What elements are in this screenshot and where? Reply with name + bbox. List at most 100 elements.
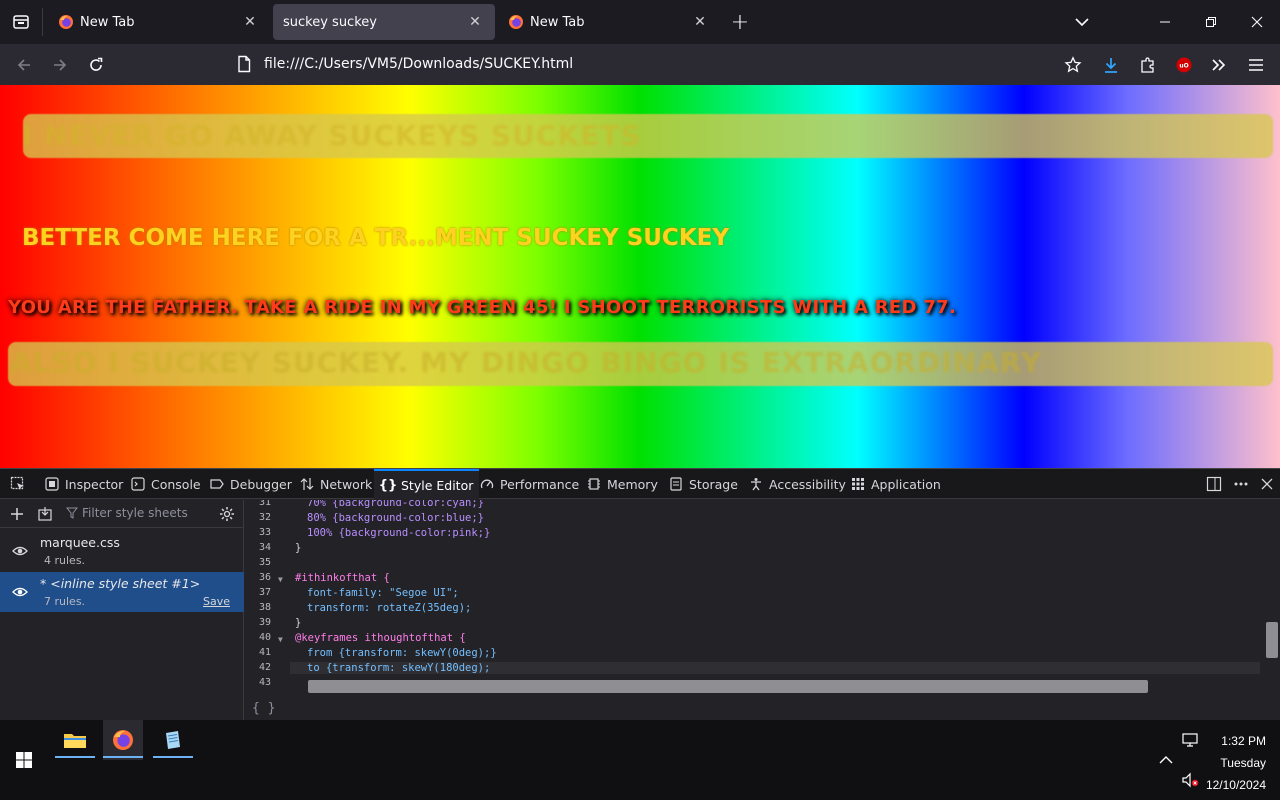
ublock-origin-icon[interactable]: uO: [1169, 50, 1199, 80]
close-tab-icon[interactable]: ✕: [690, 12, 710, 32]
tab-inspector[interactable]: Inspector: [38, 469, 129, 499]
code-line: 100% {background-color:pink;}: [307, 527, 491, 539]
close-devtools-icon[interactable]: [1258, 475, 1276, 493]
settings-gear-icon[interactable]: [217, 504, 237, 524]
tab-debugger[interactable]: Debugger: [203, 469, 298, 499]
code-line: 80% {background-color:blue;}: [307, 512, 485, 524]
forward-arrow-icon[interactable]: [45, 50, 75, 80]
tab-label: Memory: [607, 476, 658, 492]
code-line: font-family: "Segoe UI";: [307, 587, 459, 599]
line-number: 31: [258, 500, 271, 508]
firefox-view-button[interactable]: [0, 0, 42, 44]
import-style-sheet-icon[interactable]: [35, 504, 55, 524]
tab-new-tab-2[interactable]: New Tab ✕: [498, 4, 720, 40]
firefox-favicon-icon: [509, 15, 523, 29]
tab-performance[interactable]: Performance: [473, 469, 585, 499]
clock-date: 12/10/2024: [1205, 778, 1266, 792]
system-clock[interactable]: 1:32 PM Tuesday 12/10/2024: [1206, 730, 1266, 796]
code-line: #ithinkofthat {: [295, 572, 390, 584]
reload-icon[interactable]: [81, 50, 111, 80]
style-sheet-item-marquee[interactable]: marquee.css 4 rules.: [0, 531, 244, 571]
tab-label: Style Editor: [401, 477, 474, 493]
toggle-visibility-eye-icon[interactable]: [12, 584, 28, 600]
tab-label: New Tab: [80, 14, 135, 30]
tab-application[interactable]: Application: [844, 469, 947, 499]
network-arrows-icon: [299, 476, 315, 492]
line-number: 32: [258, 512, 271, 523]
devtools-toolbar: Inspector Console Debugger Network {} St…: [0, 469, 1280, 499]
restore-icon[interactable]: [1188, 0, 1234, 44]
tab-label: Console: [151, 476, 201, 492]
css-code-editor[interactable]: 31 32 33 34 35 36 37 38 39 40 41 42 43 ▼…: [245, 500, 1280, 690]
code-line-current: to {transform: skewY(180deg);: [290, 662, 1260, 674]
tab-console[interactable]: Console: [124, 469, 207, 499]
network-icon[interactable]: [1170, 720, 1210, 760]
tab-style-editor[interactable]: {} Style Editor: [374, 469, 480, 499]
toggle-visibility-eye-icon[interactable]: [12, 543, 28, 559]
marquee-text-1: I NEVER GO AWAY SUCKEYS SUCKETS: [22, 119, 642, 152]
windows-start-icon[interactable]: [4, 740, 44, 780]
line-number: 42: [258, 662, 271, 673]
save-link[interactable]: Save: [203, 595, 230, 608]
filter-placeholder: Filter style sheets: [82, 506, 188, 520]
filter-style-sheets-input[interactable]: Filter style sheets: [66, 506, 188, 520]
style-sheets-toolbar: Filter style sheets: [0, 500, 243, 528]
tab-label: Debugger: [230, 476, 292, 492]
line-number-gutter: 31 32 33 34 35 36 37 38 39 40 41 42 43 ▼…: [245, 500, 285, 690]
clock-time: 1:32 PM: [1221, 734, 1266, 748]
line-number: 38: [258, 602, 271, 613]
line-number: 35: [258, 557, 271, 568]
tab-label: Performance: [500, 476, 580, 492]
list-all-tabs-chevron-icon[interactable]: [1068, 8, 1096, 36]
file-explorer-icon[interactable]: [55, 720, 95, 760]
console-icon: [130, 476, 146, 492]
new-style-sheet-plus-icon[interactable]: [7, 504, 27, 524]
firefox-view-icon: [13, 15, 29, 29]
vertical-scroll-thumb[interactable]: [1266, 622, 1278, 658]
downloads-icon[interactable]: [1096, 50, 1126, 80]
extensions-puzzle-icon[interactable]: [1133, 50, 1163, 80]
horizontal-scroll-thumb[interactable]: [308, 680, 1148, 693]
accessibility-person-icon: [748, 476, 764, 492]
close-tab-icon[interactable]: ✕: [240, 12, 260, 32]
tab-suckey-suckey[interactable]: suckey suckey ✕: [273, 4, 495, 40]
tab-new-tab-1[interactable]: New Tab ✕: [48, 4, 270, 40]
back-arrow-icon[interactable]: [9, 50, 39, 80]
web-page-content: I NEVER GO AWAY SUCKEYS SUCKETS BETTER C…: [0, 85, 1280, 468]
more-options-icon[interactable]: [1232, 475, 1250, 493]
fold-arrow-icon[interactable]: ▼: [278, 635, 283, 644]
code-line: 70% {background-color:cyan;}: [307, 500, 485, 509]
line-number: 41: [258, 647, 271, 658]
tab-storage[interactable]: Storage: [662, 469, 744, 499]
close-tab-icon[interactable]: ✕: [465, 12, 485, 32]
code-line: transform: rotateZ(35deg);: [307, 602, 472, 614]
tab-label: Application: [871, 476, 941, 492]
close-window-icon[interactable]: [1234, 0, 1280, 44]
tab-network[interactable]: Network: [293, 469, 378, 499]
line-number: 39: [258, 617, 271, 628]
line-number: 37: [258, 587, 271, 598]
tab-accessibility[interactable]: Accessibility: [742, 469, 852, 499]
bookmark-star-icon[interactable]: [1058, 50, 1088, 80]
line-number: 43: [258, 677, 271, 688]
style-sheet-name: marquee.css: [40, 535, 120, 550]
element-picker-icon[interactable]: [4, 469, 32, 499]
tab-label: Storage: [689, 476, 738, 492]
dock-side-icon[interactable]: [1205, 475, 1223, 493]
new-tab-plus-icon[interactable]: +: [726, 8, 754, 36]
debugger-icon: [209, 476, 225, 492]
hamburger-menu-icon[interactable]: [1241, 50, 1271, 80]
volume-muted-icon[interactable]: [1170, 760, 1210, 800]
minimize-icon[interactable]: [1142, 0, 1188, 44]
address-bar[interactable]: file:///C:/Users/VM5/Downloads/SUCKEY.ht…: [228, 49, 1098, 79]
vertical-scrollbar[interactable]: [1264, 500, 1280, 690]
firefox-taskbar-icon[interactable]: [103, 720, 143, 760]
tab-memory[interactable]: Memory: [580, 469, 664, 499]
storage-icon: [668, 476, 684, 492]
fold-arrow-icon[interactable]: ▼: [278, 575, 283, 584]
pretty-print-braces[interactable]: { }: [252, 701, 275, 716]
style-sheet-rule-count: 4 rules.: [44, 554, 86, 567]
style-sheet-item-inline[interactable]: * <inline style sheet #1> 7 rules. Save: [0, 572, 244, 612]
notepad-icon[interactable]: [153, 720, 193, 760]
overflow-chevrons-icon[interactable]: [1204, 50, 1234, 80]
